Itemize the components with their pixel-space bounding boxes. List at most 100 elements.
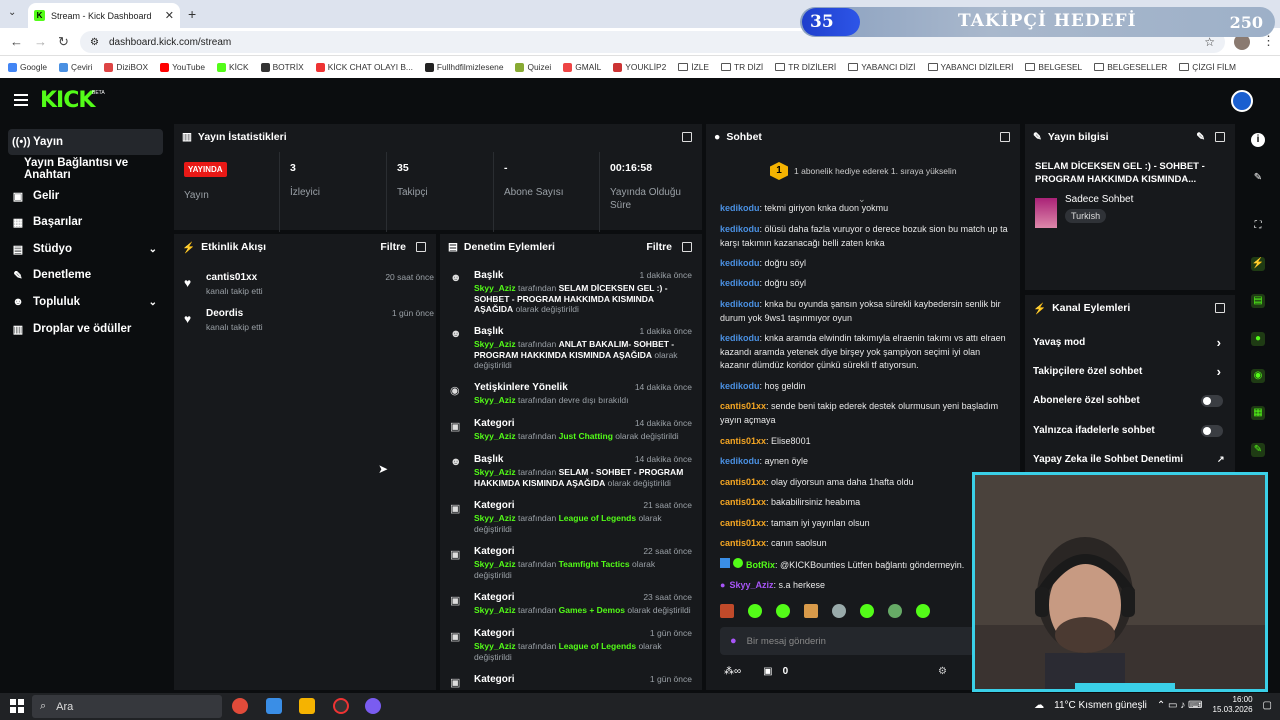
back-icon[interactable]: ← — [10, 34, 23, 49]
bookmark-item[interactable]: KİCK CHAT OLAYI B... — [315, 62, 413, 72]
bookmark-item[interactable]: Quizei — [515, 62, 551, 72]
chat-input[interactable]: ● Bir mesaj gönderin — [720, 627, 982, 655]
emote-icon[interactable] — [804, 604, 818, 618]
chat-username[interactable]: cantis01xx — [720, 477, 766, 487]
infinity-points-icon[interactable]: ⁂∞ — [724, 666, 741, 677]
explorer-taskbar-icon[interactable] — [266, 698, 282, 714]
emotes-only-toggle[interactable] — [1201, 425, 1223, 437]
activity-user[interactable]: Deordis — [206, 308, 243, 319]
close-tab-icon[interactable]: ✕ — [165, 9, 174, 22]
clock[interactable]: 16:00 15.03.2026 — [1213, 695, 1253, 715]
notifications-icon[interactable]: ▢ — [1263, 700, 1272, 711]
mod-user[interactable]: Skyy_Aziz — [474, 513, 516, 523]
reload-icon[interactable]: ↻ — [58, 34, 69, 50]
mod-user[interactable]: Skyy_Aziz — [474, 559, 516, 569]
chat-username[interactable]: kedikodu — [720, 278, 760, 288]
chat-username[interactable]: cantis01xx — [720, 518, 766, 528]
tab-search-icon[interactable]: ⌄ — [8, 7, 16, 18]
bookmark-item[interactable]: Google — [8, 62, 47, 72]
chat-username[interactable]: kedikodu — [720, 333, 760, 343]
bookmark-item[interactable]: YABANCI DİZİ — [848, 62, 916, 72]
filter-button[interactable]: Filtre — [646, 241, 672, 253]
chat-username[interactable]: kedikodu — [720, 258, 760, 268]
popout-icon[interactable] — [682, 132, 692, 142]
chat-username[interactable]: kedikodu — [720, 456, 760, 466]
bookmark-item[interactable]: GMAİL — [563, 62, 601, 72]
rail-fullscreen[interactable]: ⛶ — [1240, 210, 1276, 242]
new-tab-icon[interactable]: + — [188, 6, 196, 22]
forward-icon[interactable]: → — [34, 34, 47, 49]
rail-list[interactable]: ▤ — [1240, 285, 1276, 317]
sidebar-item-basarilar[interactable]: ▦ Başarılar — [8, 209, 163, 235]
site-info-icon[interactable]: ⚙ — [90, 37, 99, 48]
rail-layout[interactable]: ▦ — [1240, 397, 1276, 429]
popout-icon[interactable] — [1215, 132, 1225, 142]
sidebar-item-gelir[interactable]: ▣ Gelir — [8, 183, 163, 209]
chat-username[interactable]: kedikodu — [720, 203, 760, 213]
sidebar-item-denetleme[interactable]: ✎ Denetleme — [8, 262, 163, 288]
browser-tab[interactable]: K Stream - Kick Dashboard ✕ — [28, 3, 180, 28]
user-avatar[interactable] — [1231, 90, 1253, 112]
mod-user[interactable]: Skyy_Aziz — [474, 395, 516, 405]
bookmark-item[interactable]: BELGESEL — [1025, 62, 1082, 72]
bookmark-item[interactable]: BELGESELLER — [1094, 62, 1167, 72]
bookmark-item[interactable]: YOUKLİP2 — [613, 62, 666, 72]
mod-user[interactable]: Skyy_Aziz — [474, 641, 516, 651]
rail-wrench[interactable]: ✎ — [1240, 434, 1276, 466]
slow-mode-item[interactable]: Yavaş mod › — [1033, 335, 1221, 350]
bookmark-item[interactable]: TR DİZİLERİ — [775, 62, 836, 72]
emote-icon[interactable] — [720, 604, 734, 618]
sub-rank-banner[interactable]: 1 1 abonelik hediye ederek 1. sıraya yük… — [770, 162, 957, 180]
rail-broadcast[interactable]: ◉ — [1240, 360, 1276, 392]
emote-icon[interactable] — [888, 604, 902, 618]
emote-icon[interactable] — [832, 604, 846, 618]
subscribers-only-toggle[interactable] — [1201, 395, 1223, 407]
activity-user[interactable]: cantis01xx — [206, 272, 257, 283]
sidebar-item-stream-key[interactable]: Yayın Bağlantısı ve Anahtarı — [20, 156, 175, 182]
bookmark-item[interactable]: TR DİZİ — [720, 62, 763, 72]
bookmark-item[interactable]: Çeviri — [59, 62, 92, 72]
app-taskbar-icon[interactable] — [365, 698, 381, 714]
bookmark-item[interactable]: YABANCI DİZİLERİ — [927, 62, 1013, 72]
chat-settings-icon[interactable]: ⚙ — [938, 666, 947, 677]
edit-icon[interactable]: ✎ — [1196, 131, 1205, 143]
chat-username[interactable]: BotRix — [746, 560, 775, 570]
menu-icon[interactable] — [14, 94, 28, 106]
popout-icon[interactable] — [1215, 303, 1225, 313]
chat-username[interactable]: cantis01xx — [720, 401, 766, 411]
bookmark-item[interactable]: İZLE — [678, 62, 709, 72]
windows-start-icon[interactable] — [10, 699, 24, 713]
mod-user[interactable]: Skyy_Aziz — [474, 467, 516, 477]
chat-username[interactable]: kedikodu — [720, 381, 760, 391]
mod-user[interactable]: Skyy_Aziz — [474, 431, 516, 441]
bookmark-item[interactable]: ÇİZGİ FİLM — [1179, 62, 1236, 72]
emote-icon[interactable] — [916, 604, 930, 618]
mod-user[interactable]: Skyy_Aziz — [474, 283, 516, 293]
chat-username[interactable]: kedikodu — [720, 224, 760, 234]
mod-user[interactable]: Skyy_Aziz — [474, 605, 516, 615]
bookmark-star-icon[interactable]: ☆ — [1204, 35, 1215, 49]
rail-edit[interactable]: ✎ — [1240, 162, 1276, 194]
filter-button[interactable]: Filtre — [380, 241, 406, 253]
kick-logo[interactable]: KICK — [40, 88, 95, 113]
obs-taskbar-icon[interactable] — [333, 698, 349, 714]
rail-bolt[interactable]: ⚡ — [1240, 248, 1276, 280]
taskbar-search[interactable]: ⌕ Ara — [32, 695, 222, 718]
bookmark-item[interactable]: KİCK — [217, 62, 249, 72]
stream-category[interactable]: Sadece Sohbet — [1065, 194, 1133, 205]
emote-icon[interactable] — [860, 604, 874, 618]
bookmark-item[interactable]: YouTube — [160, 62, 205, 72]
bookmark-item[interactable]: Fullhdfilmizlesene — [424, 62, 503, 72]
emote-icon[interactable] — [776, 604, 790, 618]
bookmark-item[interactable]: BOTRİX — [260, 62, 304, 72]
followers-only-item[interactable]: Takipçilere özel sohbet › — [1033, 364, 1221, 379]
rail-info[interactable]: i — [1240, 124, 1276, 156]
popout-icon[interactable] — [1000, 132, 1010, 142]
sidebar-item-topluluk[interactable]: ☻ Topluluk ⌄ — [8, 289, 163, 315]
mod-user[interactable]: Skyy_Aziz — [474, 339, 516, 349]
chat-username[interactable]: cantis01xx — [720, 538, 766, 548]
chat-username[interactable]: cantis01xx — [720, 436, 766, 446]
tray-icons[interactable]: ⌃ ▭ ♪ ⌨ — [1157, 700, 1203, 711]
sidebar-item-droplar[interactable]: ▥ Droplar ve ödüller — [8, 316, 163, 342]
chrome-taskbar-icon[interactable] — [232, 698, 248, 714]
